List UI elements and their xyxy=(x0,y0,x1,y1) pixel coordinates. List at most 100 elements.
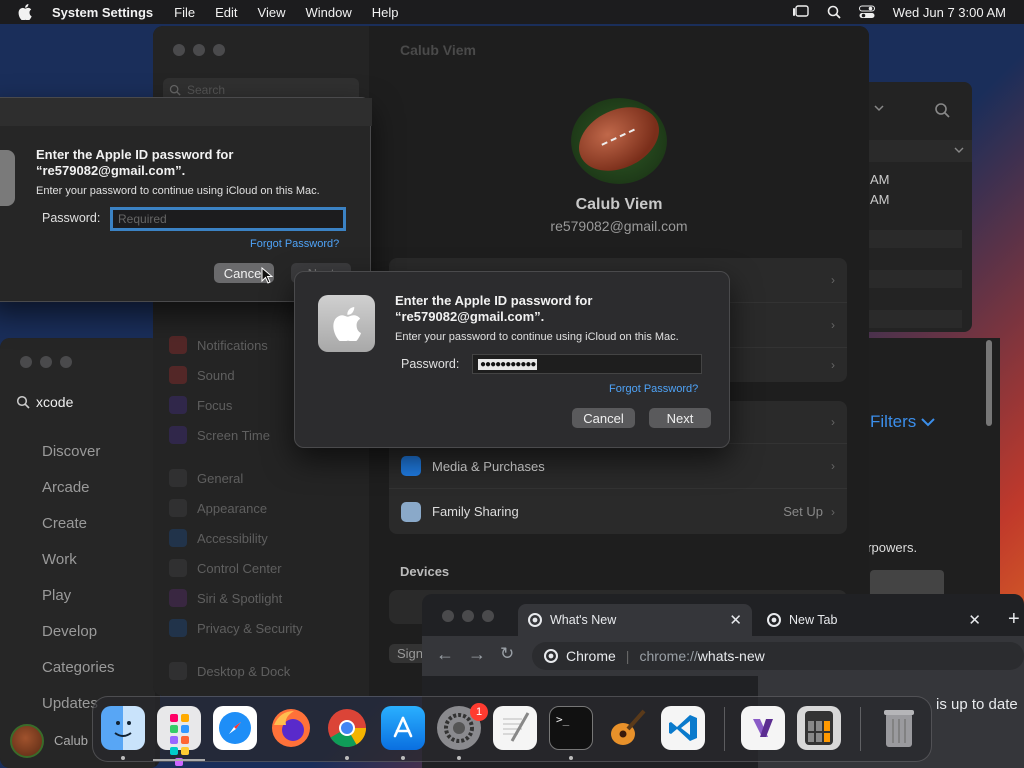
chevron-down-icon[interactable] xyxy=(874,104,884,112)
next-button[interactable]: Next xyxy=(649,408,711,428)
zoom-button[interactable] xyxy=(482,610,494,622)
safari-icon[interactable] xyxy=(213,706,257,750)
chevron-right-icon: › xyxy=(831,358,835,372)
minimize-button[interactable] xyxy=(193,44,205,56)
scrollbar[interactable] xyxy=(986,340,992,426)
tab-close-icon[interactable]: ✕ xyxy=(729,611,742,629)
nav-develop[interactable]: Develop xyxy=(42,623,97,640)
tab-whats-new[interactable]: What's New ✕ xyxy=(518,604,752,636)
trash-icon[interactable] xyxy=(877,706,921,750)
app-store-a-icon xyxy=(393,716,413,738)
tab-close-icon[interactable]: ✕ xyxy=(968,611,981,629)
search-field[interactable]: xcode xyxy=(10,388,155,416)
sidebar-item-general[interactable]: General xyxy=(169,469,243,487)
account-name[interactable]: Calub xyxy=(54,733,88,748)
minimize-button[interactable] xyxy=(40,356,52,368)
new-tab-plus-icon[interactable]: + xyxy=(1008,608,1020,631)
firefox-icon[interactable] xyxy=(269,706,313,750)
forgot-password-link[interactable]: Forgot Password? xyxy=(609,383,698,395)
filters-button[interactable]: Filters xyxy=(870,412,935,432)
back-arrow-icon[interactable]: ← xyxy=(436,644,454,665)
nav-updates[interactable]: Updates xyxy=(42,695,98,712)
mouse-cursor-icon xyxy=(261,267,273,284)
chrome-icon[interactable] xyxy=(325,706,369,750)
calc-key xyxy=(824,732,830,742)
sidebar-item-screen-time[interactable]: Screen Time xyxy=(169,426,270,444)
stage-manager-icon[interactable] xyxy=(792,5,809,19)
minimize-button[interactable] xyxy=(462,610,474,622)
accessibility-icon xyxy=(169,529,187,547)
nav-work[interactable]: Work xyxy=(42,551,77,568)
sidebar-item-sound[interactable]: Sound xyxy=(169,366,235,384)
nav-create[interactable]: Create xyxy=(42,515,87,532)
control-center-icon[interactable] xyxy=(858,5,875,19)
speaker-icon xyxy=(169,366,187,384)
filters-label: Filters xyxy=(870,412,917,431)
view-menu[interactable]: View xyxy=(258,5,286,20)
profile-email: re579082@gmail.com xyxy=(550,218,688,234)
password-field[interactable]: ●●●●●●●●●●● xyxy=(472,354,702,374)
sidebar-item-notifications[interactable]: Notifications xyxy=(169,336,268,354)
close-button[interactable] xyxy=(173,44,185,56)
sidebar-item-appearance[interactable]: Appearance xyxy=(169,499,267,517)
sidebar-item-privacy[interactable]: Privacy & Security xyxy=(169,619,302,637)
calculator-icon[interactable] xyxy=(797,706,841,750)
sidebar-item-siri[interactable]: Siri & Spotlight xyxy=(169,589,282,607)
vscode-icon[interactable] xyxy=(661,706,705,750)
apple-menu-icon[interactable] xyxy=(18,4,32,20)
visual-studio-icon[interactable] xyxy=(741,706,785,750)
list-row xyxy=(860,270,962,288)
nav-discover[interactable]: Discover xyxy=(42,443,100,460)
url-site-chip: Chrome xyxy=(566,648,616,664)
garageband-icon[interactable] xyxy=(605,706,649,750)
family-sharing-row[interactable]: Family Sharing Set Up › xyxy=(389,489,847,534)
zoom-button[interactable] xyxy=(213,44,225,56)
address-bar[interactable]: Chrome | chrome://whats-new xyxy=(532,642,1024,670)
password-field[interactable]: Required xyxy=(110,207,346,231)
zoom-button[interactable] xyxy=(60,356,72,368)
store-content-window: Filters erpowers. xyxy=(860,338,1000,598)
nav-arcade[interactable]: Arcade xyxy=(42,479,90,496)
menubar-clock[interactable]: Wed Jun 7 3:00 AM xyxy=(893,5,1006,20)
forgot-password-link[interactable]: Forgot Password? xyxy=(250,238,339,250)
dialog-title-line2: “re579082@gmail.com”. xyxy=(36,163,186,178)
textedit-icon[interactable] xyxy=(493,706,537,750)
search-icon[interactable] xyxy=(934,102,950,118)
close-button[interactable] xyxy=(20,356,32,368)
window-menu[interactable]: Window xyxy=(305,5,351,20)
appearance-icon xyxy=(169,499,187,517)
help-menu[interactable]: Help xyxy=(372,5,399,20)
nav-play[interactable]: Play xyxy=(42,587,71,604)
sidebar-item-label: Notifications xyxy=(197,337,268,353)
row-label: Media & Purchases xyxy=(432,458,545,474)
app-store-icon[interactable] xyxy=(381,706,425,750)
finder-icon[interactable] xyxy=(101,706,145,750)
notification-badge: 1 xyxy=(470,703,488,721)
chevron-down-icon xyxy=(921,418,935,427)
dock-launchpad-underline xyxy=(153,759,205,761)
siri-icon xyxy=(169,589,187,607)
avatar[interactable] xyxy=(10,724,44,758)
nav-categories[interactable]: Categories xyxy=(42,659,115,676)
reload-icon[interactable]: ↻ xyxy=(500,644,514,664)
tab-new-tab[interactable]: New Tab ✕ xyxy=(757,604,991,636)
cancel-button[interactable]: Cancel xyxy=(572,408,635,428)
profile-avatar[interactable] xyxy=(568,94,670,184)
sidebar-item-control-center[interactable]: Control Center xyxy=(169,559,282,577)
spotlight-search-icon[interactable] xyxy=(827,5,841,19)
password-placeholder: Required xyxy=(118,212,167,226)
close-button[interactable] xyxy=(442,610,454,622)
dialog-subtitle: Enter your password to continue using iC… xyxy=(395,331,679,343)
launchpad-icon[interactable] xyxy=(157,706,201,766)
dialog-subtitle: Enter your password to continue using iC… xyxy=(36,185,320,197)
sidebar-item-desktop-dock[interactable]: Desktop & Dock xyxy=(169,662,290,680)
forward-arrow-icon[interactable]: → xyxy=(468,644,486,665)
edit-menu[interactable]: Edit xyxy=(215,5,237,20)
file-menu[interactable]: File xyxy=(174,5,195,20)
app-menu[interactable]: System Settings xyxy=(52,5,153,20)
devices-heading: Devices xyxy=(400,564,450,579)
sidebar-item-accessibility[interactable]: Accessibility xyxy=(169,529,268,547)
terminal-icon[interactable]: >_ xyxy=(549,706,593,750)
sidebar-item-focus[interactable]: Focus xyxy=(169,396,232,414)
media-purchases-row[interactable]: Media & Purchases › xyxy=(389,444,847,489)
